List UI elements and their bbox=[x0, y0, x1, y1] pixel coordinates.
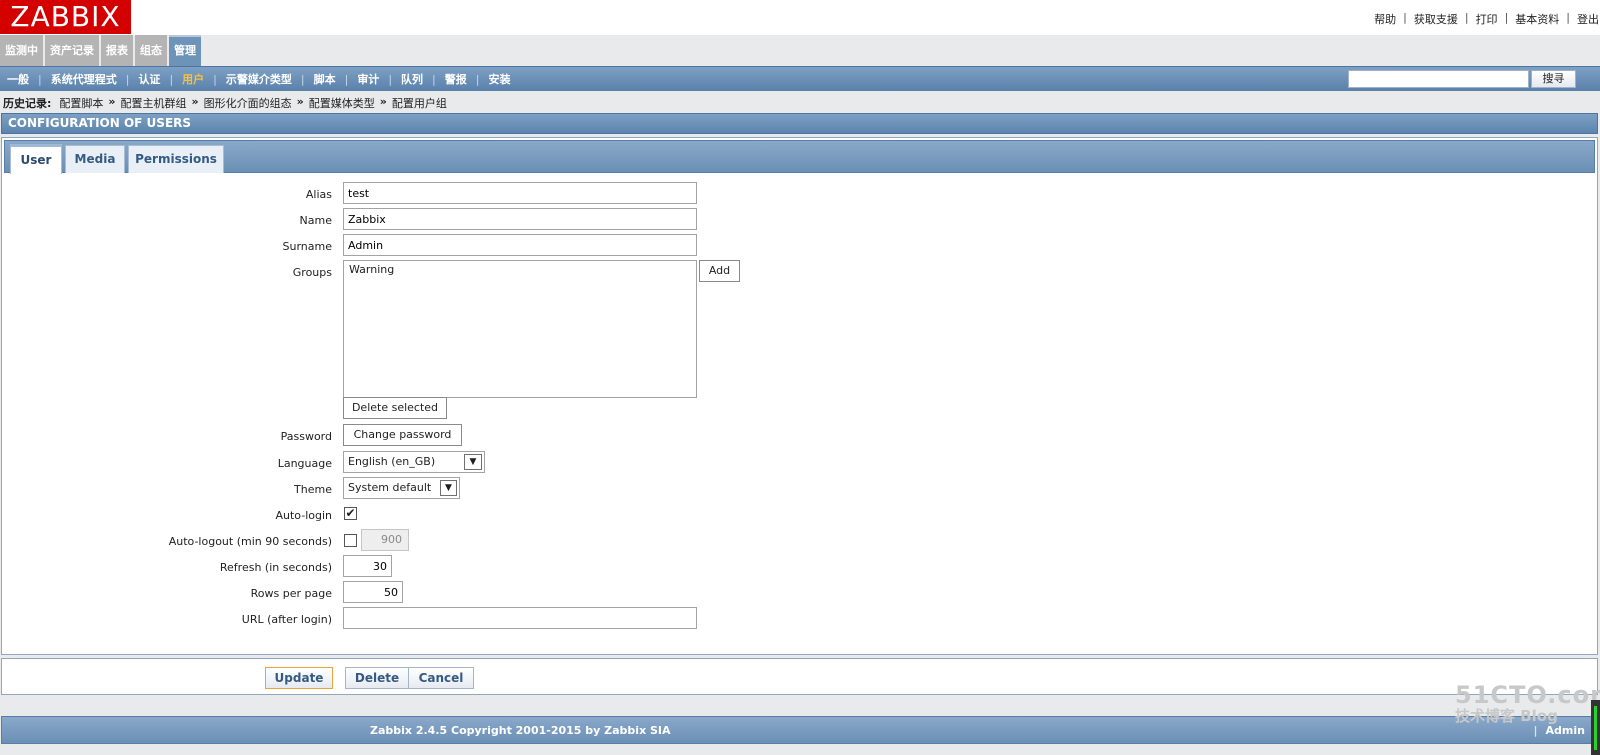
autologout-field: 900 bbox=[361, 529, 409, 551]
main-menu-administration[interactable]: 管理 bbox=[169, 35, 201, 66]
password-label: Password bbox=[280, 430, 332, 443]
history-item[interactable]: 配置主机群组 bbox=[121, 95, 187, 111]
page-title: CONFIGURATION OF USERS bbox=[1, 113, 1598, 134]
language-select[interactable]: English (en_GB) ▼ bbox=[343, 451, 485, 473]
submenu-notifications[interactable]: 警报 bbox=[445, 71, 467, 87]
search-button[interactable]: 搜寻 bbox=[1531, 70, 1576, 88]
zabbix-logo[interactable]: ZABBIX bbox=[0, 0, 131, 34]
user-form: User Media Permissions Alias Name Surnam… bbox=[1, 137, 1598, 655]
theme-label: Theme bbox=[294, 483, 332, 496]
rows-per-page-field[interactable] bbox=[343, 581, 403, 603]
submenu-general[interactable]: 一般 bbox=[7, 71, 29, 87]
submenu-media-types[interactable]: 示警媒介类型 bbox=[226, 71, 292, 87]
print-link[interactable]: 打印 bbox=[1476, 11, 1498, 27]
top-links: 帮助 | 获取支援 | 打印 | 基本资料 | 登出 bbox=[1374, 11, 1599, 27]
delete-button[interactable]: Delete bbox=[345, 667, 409, 689]
top-header: ZABBIX 帮助 | 获取支援 | 打印 | 基本资料 | 登出 bbox=[0, 0, 1600, 35]
language-value: English (en_GB) bbox=[348, 455, 436, 468]
url-label: URL (after login) bbox=[241, 613, 332, 626]
surname-field[interactable] bbox=[343, 234, 697, 256]
history-item[interactable]: 图形化介面的组态 bbox=[204, 95, 292, 111]
history-item[interactable]: 配置用户组 bbox=[392, 95, 447, 111]
language-label: Language bbox=[277, 457, 332, 470]
form-actions: Update Delete Cancel bbox=[1, 658, 1598, 695]
autologin-checkbox[interactable]: ✔ bbox=[344, 507, 357, 520]
alias-field[interactable] bbox=[343, 182, 697, 204]
groups-listbox[interactable]: Warning bbox=[343, 260, 697, 398]
main-menu-monitoring[interactable]: 监测中 bbox=[0, 35, 43, 66]
submenu-authentication[interactable]: 认证 bbox=[138, 71, 160, 87]
autologout-checkbox[interactable] bbox=[344, 534, 357, 547]
scroll-indicator bbox=[1591, 700, 1600, 755]
name-field[interactable] bbox=[343, 208, 697, 230]
update-button[interactable]: Update bbox=[265, 667, 333, 689]
groups-label: Groups bbox=[292, 266, 332, 279]
autologin-label: Auto-login bbox=[275, 509, 332, 522]
submenu-proxies[interactable]: 系统代理程式 bbox=[51, 71, 117, 87]
tab-user[interactable]: User bbox=[10, 144, 62, 174]
submenu-installation[interactable]: 安装 bbox=[488, 71, 510, 87]
main-menu-inventory[interactable]: 资产记录 bbox=[45, 35, 99, 66]
history-item[interactable]: 配置脚本 bbox=[59, 95, 103, 111]
help-link[interactable]: 帮助 bbox=[1374, 11, 1396, 27]
tab-media[interactable]: Media bbox=[65, 145, 125, 173]
watermark: 51CTO.com 技术博客 Blog bbox=[1455, 681, 1600, 726]
submenu-audit[interactable]: 审计 bbox=[357, 71, 379, 87]
autologout-label: Auto-logout (min 90 seconds) bbox=[168, 535, 332, 548]
rows-per-page-label: Rows per page bbox=[250, 587, 332, 600]
surname-label: Surname bbox=[282, 240, 332, 253]
profile-link[interactable]: 基本资料 bbox=[1515, 11, 1559, 27]
refresh-label: Refresh (in seconds) bbox=[219, 561, 332, 574]
history-breadcrumb: 历史记录: 配置脚本» 配置主机群组» 图形化介面的组态» 配置媒体类型» 配置… bbox=[3, 95, 447, 111]
history-label: 历史记录: bbox=[3, 97, 52, 110]
theme-value: System default bbox=[348, 481, 432, 494]
chevron-down-icon: ▼ bbox=[464, 454, 482, 470]
tab-permissions[interactable]: Permissions bbox=[128, 145, 224, 173]
submenu-scripts[interactable]: 脚本 bbox=[314, 71, 336, 87]
cancel-button[interactable]: Cancel bbox=[408, 667, 474, 689]
chevron-down-icon: ▼ bbox=[440, 480, 457, 496]
alias-label: Alias bbox=[305, 188, 332, 201]
theme-select[interactable]: System default ▼ bbox=[343, 477, 460, 499]
history-item[interactable]: 配置媒体类型 bbox=[309, 95, 375, 111]
main-menu-reports[interactable]: 报表 bbox=[101, 35, 133, 66]
main-menu: 监测中 资产记录 报表 组态 管理 bbox=[0, 35, 203, 66]
search-input[interactable] bbox=[1348, 70, 1529, 88]
name-label: Name bbox=[299, 214, 332, 227]
submenu-queue[interactable]: 队列 bbox=[401, 71, 423, 87]
form-tabs: User Media Permissions bbox=[4, 140, 1595, 174]
url-field[interactable] bbox=[343, 607, 697, 629]
group-item-warning[interactable]: Warning bbox=[349, 263, 691, 276]
change-password-button[interactable]: Change password bbox=[343, 424, 462, 446]
sub-menu: 一般 | 系统代理程式 | 认证 | 用户 | 示警媒介类型 | 脚本 | 审计 | 队列 | … bbox=[0, 66, 1600, 91]
copyright-text: Zabbix 2.4.5 Copyright 2001-2015 by Zabb… bbox=[370, 724, 671, 737]
footer: Zabbix 2.4.5 Copyright 2001-2015 by Zabb… bbox=[1, 716, 1598, 744]
main-menu-configuration[interactable]: 组态 bbox=[135, 35, 167, 66]
get-support-link[interactable]: 获取支援 bbox=[1414, 11, 1458, 27]
refresh-field[interactable] bbox=[343, 555, 392, 577]
delete-selected-button[interactable]: Delete selected bbox=[343, 397, 447, 419]
submenu-users[interactable]: 用户 bbox=[182, 71, 204, 87]
add-group-button[interactable]: Add bbox=[699, 260, 740, 282]
logout-link[interactable]: 登出 bbox=[1577, 11, 1599, 27]
search-area: 搜寻 bbox=[1348, 70, 1576, 88]
